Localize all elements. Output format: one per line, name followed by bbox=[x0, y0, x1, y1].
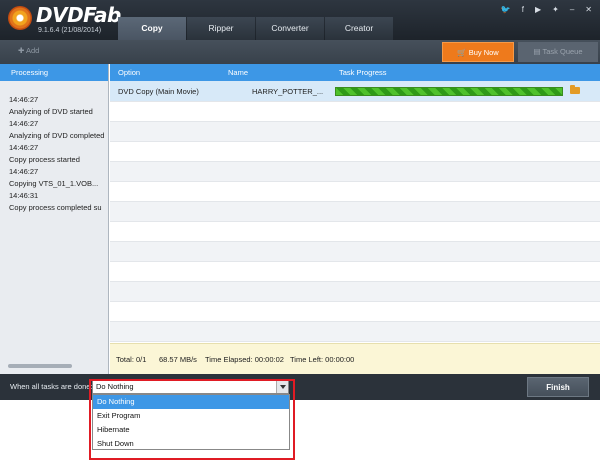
tab-ripper[interactable]: Ripper bbox=[187, 17, 255, 40]
youtube-icon[interactable]: ▶ bbox=[535, 5, 541, 15]
tab-converter[interactable]: Converter bbox=[256, 17, 324, 40]
twitter-icon[interactable]: 🐦 bbox=[501, 5, 511, 15]
task-name: HARRY_POTTER_... bbox=[252, 87, 324, 96]
status-time-left: Time Left: 00:00:00 bbox=[290, 355, 355, 364]
column-task-progress: Task Progress bbox=[339, 68, 387, 77]
toolbar: ✚ Add 🛒 Buy Now ▤ Task Queue bbox=[0, 40, 600, 64]
table-row bbox=[110, 122, 600, 142]
close-icon[interactable]: ✕ bbox=[585, 5, 592, 15]
processing-header: Processing bbox=[0, 64, 108, 81]
table-row bbox=[110, 162, 600, 182]
table-row bbox=[110, 302, 600, 322]
table-row bbox=[110, 142, 600, 162]
task-option: DVD Copy (Main Movie) bbox=[118, 87, 199, 96]
minimize-icon[interactable]: – bbox=[570, 5, 574, 15]
table-row bbox=[110, 242, 600, 262]
log-line: 14:46:31 bbox=[9, 191, 39, 200]
main-tabs: Copy Ripper Converter Creator bbox=[118, 17, 394, 40]
when-done-label: When all tasks are done: bbox=[10, 382, 93, 391]
table-row[interactable]: DVD Copy (Main Movie) HARRY_POTTER_... bbox=[110, 81, 600, 102]
log-line: Analyzing of DVD completed bbox=[9, 131, 105, 140]
queue-icon: ▤ bbox=[533, 47, 543, 56]
task-progress-bar bbox=[335, 87, 563, 96]
tab-copy[interactable]: Copy bbox=[118, 17, 186, 40]
app-logo-text: DVDFab bbox=[36, 3, 121, 27]
status-bar: Total: 0/1 68.57 MB/s Time Elapsed: 00:0… bbox=[110, 343, 600, 374]
status-speed: 68.57 MB/s bbox=[159, 355, 197, 364]
log-line: 14:46:27 bbox=[9, 143, 39, 152]
facebook-icon[interactable]: f bbox=[522, 5, 524, 15]
buy-label: Buy Now bbox=[468, 48, 499, 57]
title-bar: DVDFab 9.1.6.4 (21/08/2014) Copy Ripper … bbox=[0, 0, 600, 40]
table-row bbox=[110, 102, 600, 122]
task-table: Option Name Task Progress DVD Copy (Main… bbox=[110, 64, 600, 374]
window-controls: 🐦 f ▶ ✦ – ✕ bbox=[501, 5, 592, 15]
column-name: Name bbox=[228, 68, 249, 77]
log-line: 14:46:27 bbox=[9, 167, 39, 176]
table-row bbox=[110, 202, 600, 222]
log-line: Copy process started bbox=[9, 155, 80, 164]
task-queue-button[interactable]: ▤ Task Queue bbox=[518, 42, 598, 62]
log-line: 14:46:27 bbox=[9, 95, 39, 104]
log-line: Analyzing of DVD started bbox=[9, 107, 93, 116]
log-scrollbar[interactable] bbox=[8, 364, 72, 368]
log-line: 14:46:27 bbox=[9, 119, 39, 128]
table-row bbox=[110, 322, 600, 342]
buy-now-button[interactable]: 🛒 Buy Now bbox=[442, 42, 514, 62]
folder-icon[interactable] bbox=[570, 85, 580, 94]
dvdfab-logo-icon bbox=[8, 6, 32, 30]
table-row bbox=[110, 282, 600, 302]
add-button[interactable]: ✚ Add bbox=[18, 46, 39, 55]
red-highlight-annotation bbox=[89, 379, 295, 460]
queue-label: Task Queue bbox=[542, 47, 583, 56]
table-row bbox=[110, 222, 600, 242]
log-line: Copying VTS_01_1.VOB... bbox=[9, 179, 99, 188]
add-label: Add bbox=[25, 46, 40, 55]
processing-panel: Processing 14:46:27 Analyzing of DVD sta… bbox=[0, 64, 109, 374]
app-version: 9.1.6.4 (21/08/2014) bbox=[38, 27, 102, 34]
settings-icon[interactable]: ✦ bbox=[552, 5, 559, 15]
status-total: Total: 0/1 bbox=[116, 355, 147, 364]
finish-button[interactable]: Finish bbox=[527, 377, 589, 397]
tab-creator[interactable]: Creator bbox=[325, 17, 393, 40]
table-row bbox=[110, 262, 600, 282]
log-line: Copy process completed su bbox=[9, 203, 102, 212]
plus-icon: ✚ bbox=[18, 46, 26, 55]
table-row bbox=[110, 182, 600, 202]
table-rows: DVD Copy (Main Movie) HARRY_POTTER_... bbox=[110, 81, 600, 343]
cart-icon: 🛒 bbox=[457, 48, 469, 57]
processing-log: 14:46:27 Analyzing of DVD started 14:46:… bbox=[0, 81, 108, 214]
table-header: Option Name Task Progress bbox=[110, 64, 600, 81]
column-option: Option bbox=[118, 68, 141, 77]
status-elapsed: Time Elapsed: 00:00:02 bbox=[205, 355, 284, 364]
